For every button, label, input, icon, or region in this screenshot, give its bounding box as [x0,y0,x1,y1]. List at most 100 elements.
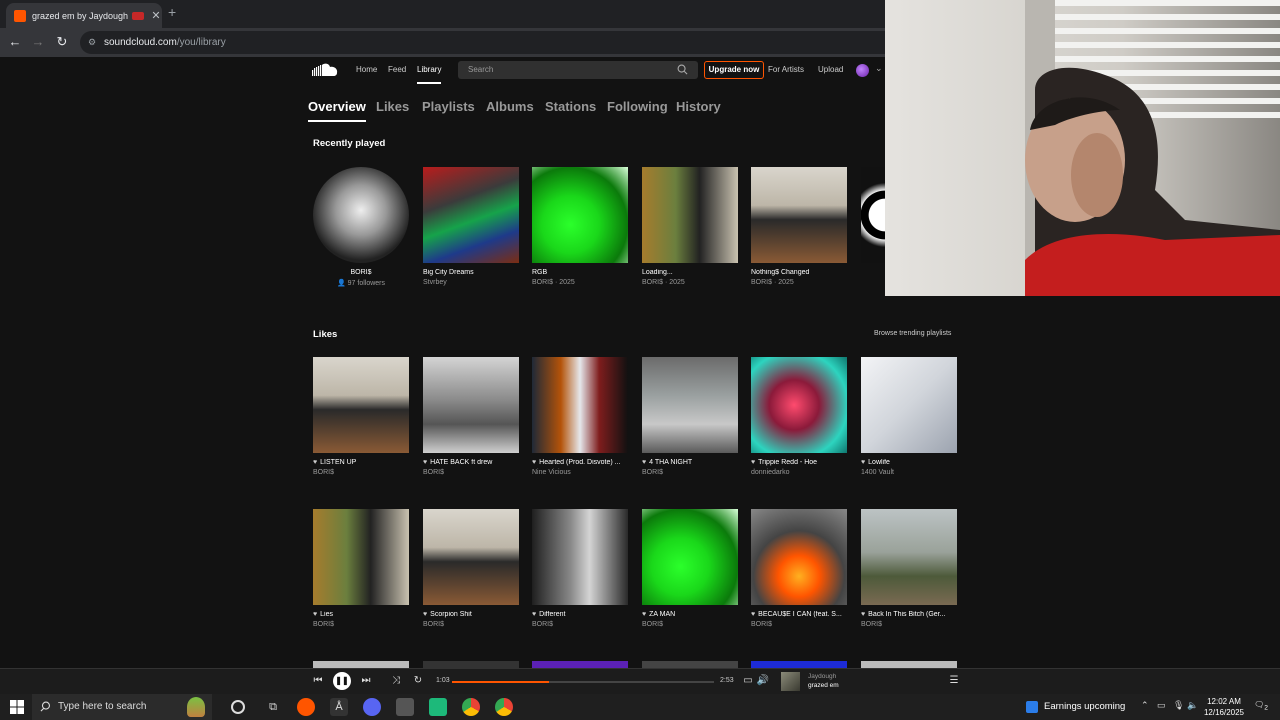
heart-icon[interactable]: ♥ [313,459,317,466]
nav-home[interactable]: Home [356,57,377,84]
recent-item-artist[interactable]: BORI$ · 2025 [642,279,738,286]
track-artwork[interactable] [532,357,628,453]
track-artist[interactable]: 1400 Vault [861,469,957,476]
microphone-icon[interactable]: 🎙 [1173,700,1184,711]
artwork-partial[interactable] [642,661,738,668]
track-title[interactable]: ♥ Back In This Bitch (Ger... [861,611,957,618]
close-tab-icon[interactable]: ✕ [150,9,162,22]
tab-likes[interactable]: Likes [376,99,409,119]
track-artwork[interactable] [642,509,738,605]
recent-item-artist[interactable]: BORI$ · 2025 [751,279,847,286]
recent-item[interactable]: Nothing$ Changed BORI$ · 2025 [751,167,847,286]
avatar[interactable] [856,64,869,77]
recent-item-artwork[interactable] [642,167,738,263]
track-artist[interactable]: BORI$ [423,621,519,628]
liked-track-card[interactable]: ♥ Scorpion Shit BORI$ [423,509,519,628]
artwork-partial[interactable] [861,661,957,668]
chrome-icon[interactable] [495,698,513,716]
task-view-icon[interactable]: ⧉ [264,698,282,716]
track-artist[interactable]: BORI$ [313,621,409,628]
next-track-icon[interactable]: ⏭ [358,673,374,689]
artwork-partial[interactable] [423,661,519,668]
upgrade-button[interactable]: Upgrade now [704,61,764,79]
track-artist[interactable]: BORI$ [861,621,957,628]
recent-item-title[interactable]: RGB [532,269,628,276]
track-artwork[interactable] [423,509,519,605]
track-artist[interactable]: BORI$ [642,469,738,476]
windows-start-icon[interactable] [10,700,24,714]
heart-icon[interactable]: ♥ [423,459,427,466]
soundcloud-app-icon[interactable] [297,698,315,716]
liked-track-card[interactable]: ♥ BECAU$E I CAN (feat. S... BORI$ [751,509,847,628]
track-title[interactable]: ♥ Different [532,611,628,618]
track-title[interactable]: ♥ Lowlife [861,459,957,466]
track-artwork[interactable] [313,509,409,605]
recent-item-title[interactable]: Big City Dreams [423,269,519,276]
search-input[interactable]: Search [458,61,698,79]
recent-item[interactable]: RGB BORI$ · 2025 [532,167,628,286]
heart-icon[interactable]: ♥ [861,611,865,618]
reload-icon[interactable]: ↻ [53,33,71,51]
repeat-icon[interactable]: ↻ [410,673,426,689]
forward-arrow-icon[interactable]: → [29,33,47,51]
track-title[interactable]: ♥ Hearted (Prod. Disvote) ... [532,459,628,466]
volume-icon[interactable]: 🔊 [755,673,771,689]
tab-history[interactable]: History [676,99,721,119]
heart-icon[interactable]: ♥ [423,611,427,618]
back-arrow-icon[interactable]: ← [6,33,24,51]
track-title[interactable]: ♥ LISTEN UP [313,459,409,466]
liked-track-card[interactable]: ♥ Lies BORI$ [313,509,409,628]
heart-icon[interactable]: ♥ [642,459,646,466]
recent-item[interactable]: BORI$ 👤 97 followers [313,167,409,287]
artwork-partial[interactable] [313,661,409,668]
notification-icon[interactable]: 🗨2 [1254,700,1268,714]
recent-item-artwork[interactable] [751,167,847,263]
track-title[interactable]: ♥ HATE BACK ft drew [423,459,519,466]
heart-icon[interactable]: ♥ [751,459,755,466]
artwork-partial[interactable] [751,661,847,668]
now-playing-artwork[interactable] [781,672,800,691]
track-artwork[interactable] [313,357,409,453]
chevron-down-icon[interactable]: ⌄ [875,63,883,74]
cast-icon[interactable]: ▭ [740,673,756,689]
shuffle-icon[interactable]: ⤨ [388,673,404,689]
cupcake-icon[interactable] [187,697,205,717]
artwork-partial[interactable] [532,661,628,668]
tab-overview[interactable]: Overview [308,99,366,122]
recent-item[interactable]: Loading... BORI$ · 2025 [642,167,738,286]
upload-link[interactable]: Upload [818,57,843,84]
tab-stations[interactable]: Stations [545,99,596,119]
soundcloud-logo-icon[interactable] [312,63,340,77]
track-artist[interactable]: Nine Vicious [532,469,628,476]
track-artist[interactable]: BORI$ [532,621,628,628]
recent-item-title[interactable]: Loading... [642,269,738,276]
network-icon[interactable]: ▭ [1157,700,1166,711]
cortana-icon[interactable] [231,700,245,714]
liked-track-card[interactable]: ♥ LISTEN UP BORI$ [313,357,409,476]
liked-track-card[interactable]: ♥ HATE BACK ft drew BORI$ [423,357,519,476]
browser-tab[interactable]: grazed em by Jaydough - ✕ [6,3,162,28]
now-playing-artist[interactable]: Jaydough [808,673,836,680]
track-artist[interactable]: donniedarko [751,469,847,476]
queue-icon[interactable]: ☰ [946,673,962,689]
recent-item-artwork[interactable] [423,167,519,263]
pause-button[interactable]: ❚❚ [333,672,351,690]
track-artwork[interactable] [751,509,847,605]
now-playing-title[interactable]: grazed em [808,682,839,689]
taskbar-search-input[interactable]: Type here to search [32,694,212,720]
liked-track-card[interactable]: ♥ Lowlife 1400 Vault [861,357,957,476]
track-artwork[interactable] [861,357,957,453]
liked-track-card[interactable]: ♥ Back In This Bitch (Ger... BORI$ [861,509,957,628]
track-title[interactable]: ♥ Scorpion Shit [423,611,519,618]
track-artwork[interactable] [532,509,628,605]
nav-feed[interactable]: Feed [388,57,406,84]
liked-track-card[interactable]: ♥ ZA MAN BORI$ [642,509,738,628]
speaker-icon[interactable]: 🔈 [1187,700,1198,711]
recent-item-title[interactable]: Nothing$ Changed [751,269,847,276]
tab-following[interactable]: Following [607,99,668,119]
heart-icon[interactable]: ♥ [751,611,755,618]
recent-item-artwork[interactable] [532,167,628,263]
for-artists-link[interactable]: For Artists [768,57,804,84]
track-artwork[interactable] [861,509,957,605]
track-title[interactable]: ♥ Trippie Redd - Hoe [751,459,847,466]
